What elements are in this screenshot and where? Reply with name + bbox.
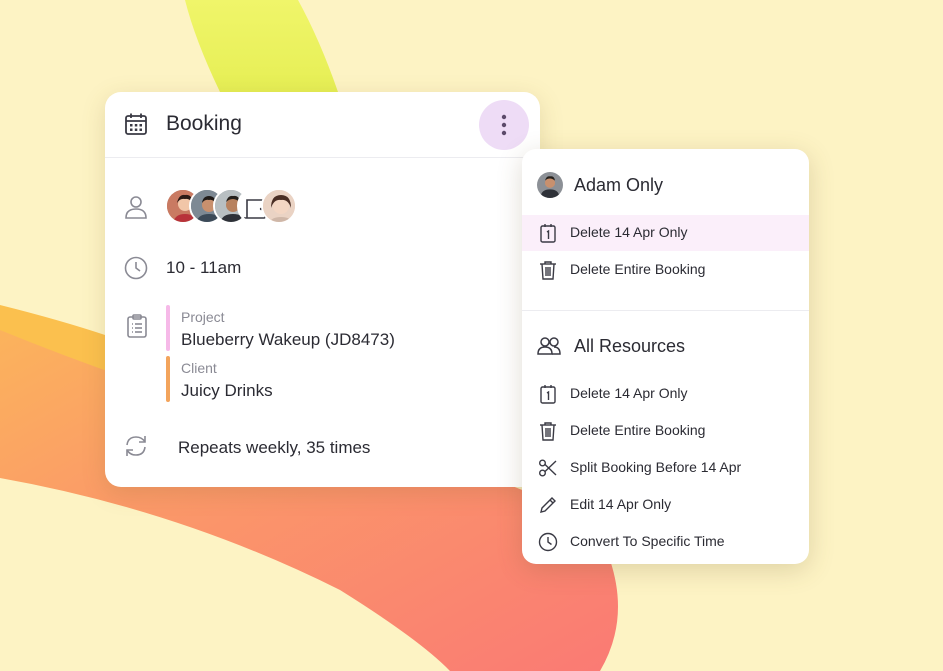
scissors-icon: [539, 459, 557, 477]
client-label: Client: [181, 360, 217, 376]
menu-item-convert-time[interactable]: Convert To Specific Time: [522, 524, 809, 560]
avatar-image: [263, 190, 295, 222]
avatar-image: [537, 172, 563, 198]
repeat-icon: [126, 436, 146, 456]
booking-card: Booking 10 - 11am Project Blueberry Wake…: [105, 92, 540, 487]
clock-icon: [124, 256, 148, 280]
menu-item-label: Delete 14 Apr Only: [570, 385, 688, 401]
menu-item-delete-occurrence-adam[interactable]: Delete 14 Apr Only: [522, 215, 809, 251]
project-label: Project: [181, 309, 225, 325]
trash-icon: [540, 422, 556, 441]
menu-item-split-booking[interactable]: Split Booking Before 14 Apr: [522, 450, 809, 486]
calendar-day-icon: [540, 385, 556, 404]
section-title-adam-only: Adam Only: [574, 175, 664, 195]
menu-item-delete-booking-all[interactable]: Delete Entire Booking: [522, 413, 809, 449]
menu-item-label: Delete Entire Booking: [570, 422, 706, 438]
project-color-bar: [166, 305, 170, 351]
menu-item-delete-booking-adam[interactable]: Delete Entire Booking: [522, 252, 809, 288]
menu-item-label: Edit 14 Apr Only: [570, 496, 672, 512]
project-value[interactable]: Blueberry Wakeup (JD8473): [181, 330, 395, 350]
pencil-icon: [540, 497, 556, 513]
options-menu: Adam Only Delete 14 Apr Only Delete Enti…: [522, 149, 809, 564]
more-options-button[interactable]: [479, 100, 529, 150]
menu-item-label: Delete Entire Booking: [570, 261, 706, 277]
booking-time: 10 - 11am: [166, 258, 242, 277]
adam-avatar: [537, 172, 563, 198]
menu-item-label: Split Booking Before 14 Apr: [570, 459, 742, 475]
person-icon: [125, 196, 147, 219]
menu-item-label: Delete 14 Apr Only: [570, 224, 688, 240]
menu-item-delete-occurrence-all[interactable]: Delete 14 Apr Only: [522, 376, 809, 412]
menu-divider: [522, 310, 809, 311]
calendar-day-icon: [540, 224, 556, 243]
client-value[interactable]: Juicy Drinks: [181, 381, 273, 401]
clipboard-icon: [127, 314, 147, 338]
menu-item-label: Convert To Specific Time: [570, 533, 725, 549]
resource-avatars[interactable]: [165, 188, 305, 226]
avatar[interactable]: [261, 188, 297, 224]
kebab-icon: [501, 114, 507, 136]
card-title: Booking: [166, 112, 242, 135]
calendar-icon: [125, 113, 147, 135]
card-header: Booking: [105, 92, 540, 158]
people-icon: [537, 337, 561, 355]
section-title-all-resources: All Resources: [574, 336, 686, 356]
client-color-bar: [166, 356, 170, 402]
menu-item-edit-occurrence[interactable]: Edit 14 Apr Only: [522, 487, 809, 523]
clock-icon: [538, 532, 558, 552]
repeat-text: Repeats weekly, 35 times: [178, 438, 371, 457]
trash-icon: [540, 261, 556, 280]
